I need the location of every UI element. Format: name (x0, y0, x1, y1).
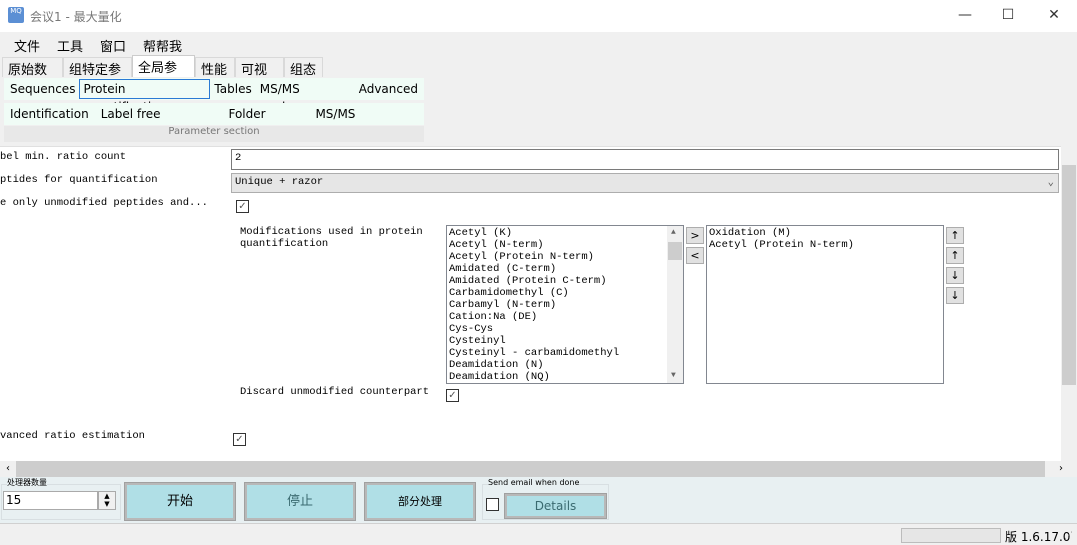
list-item[interactable]: Oxidation (M) (709, 227, 941, 239)
discard-unmodified-checkbox[interactable]: ✓ (446, 389, 459, 402)
parameter-section-label: Parameter section (4, 126, 424, 142)
advanced-ratio-checkbox[interactable]: ✓ (233, 433, 246, 446)
selected-modifications-list[interactable]: Oxidation (M) Acetyl (Protein N-term) (706, 225, 944, 384)
list-item[interactable]: Cation:Na (DE) (449, 311, 681, 323)
min-ratio-count-input[interactable]: 2 (231, 149, 1059, 170)
list-item[interactable]: Cys-Cys (449, 323, 681, 335)
list-item[interactable]: Acetyl (N-term) (449, 239, 681, 251)
move-bottom-button[interactable]: ↓ (946, 287, 964, 304)
start-button[interactable]: 开始 (124, 482, 236, 521)
scroll-right-icon[interactable]: › (1045, 461, 1077, 477)
ribbon-folder-locations[interactable]: Folder locations (224, 104, 307, 139)
ribbon-msms-analyzer[interactable]: MS/MS analyzer (256, 79, 355, 114)
tab-configuration[interactable]: 组态 (284, 57, 323, 78)
scroll-down-icon[interactable]: ▼ (671, 370, 676, 382)
scroll-left-icon[interactable]: ‹ (0, 461, 16, 477)
selected-value: Unique + razor (235, 176, 324, 188)
peptides-quantification-label: ptides for quantification (0, 174, 158, 186)
ribbon-sequences[interactable]: Sequences (6, 79, 79, 99)
email-label: Send email when done (488, 478, 580, 487)
close-button[interactable]: ✕ (1039, 4, 1069, 26)
version-label: 版 1.6.17.0 (1005, 530, 1071, 544)
modifications-label: Modifications used in protein quantifica… (240, 226, 423, 250)
move-up-button[interactable]: ↑ (946, 247, 964, 264)
ribbon-advanced[interactable]: Advanced (355, 79, 422, 99)
ribbon-msms-fragmentation[interactable]: MS/MS fragmentation (311, 104, 422, 139)
chevron-down-icon: ⌄ (1047, 177, 1054, 189)
discard-unmodified-label: Discard unmodified counterpart (240, 386, 430, 398)
list-item[interactable]: Acetyl (Protein N-term) (449, 251, 681, 263)
scroll-up-icon[interactable]: ▲ (671, 227, 676, 239)
list-item[interactable]: Carbamidomethyl (C) (449, 287, 681, 299)
tab-global-params[interactable]: 全局参数 (132, 55, 195, 95)
app-logo-icon: MQ (8, 7, 24, 23)
ribbon-row-2: Identification Label free quantification… (4, 103, 424, 139)
ribbon-protein-quantification[interactable]: Protein quantification (79, 79, 211, 114)
ribbon-tables[interactable]: Tables (210, 79, 255, 99)
advanced-ratio-label: vanced ratio estimation (0, 430, 145, 442)
list-item[interactable]: Carbamyl (N-term) (449, 299, 681, 311)
stop-button[interactable]: 停止 (244, 482, 356, 521)
remove-modification-button[interactable]: < (686, 247, 704, 264)
peptides-quantification-select[interactable]: Unique + razor ⌄ (231, 173, 1059, 193)
partial-processing-button[interactable]: 部分处理 (364, 482, 476, 521)
available-modifications-list[interactable]: Acetyl (K) Acetyl (N-term) Acetyl (Protein… (446, 225, 684, 384)
threads-stepper[interactable]: ▲ ▼ (98, 491, 116, 510)
ribbon-label-free-quantification[interactable]: Label free quantification (97, 104, 221, 139)
tab-group-params[interactable]: 组特定参数 (63, 57, 132, 97)
min-ratio-count-label: bel min. ratio count (0, 151, 127, 163)
list-item[interactable]: Deamidation (N) (449, 359, 681, 371)
list-item[interactable]: Cysteinyl (449, 335, 681, 347)
menu-window[interactable]: 窗口 (100, 36, 126, 55)
tab-performance[interactable]: 性能 (195, 57, 235, 78)
tab-visualization[interactable]: 可视化 (235, 57, 284, 97)
move-down-button[interactable]: ↓ (946, 267, 964, 284)
list-item[interactable]: Acetyl (Protein N-term) (709, 239, 941, 251)
resize-grip-icon[interactable]: ⋰ (1064, 531, 1073, 541)
menu-tools[interactable]: 工具 (57, 36, 83, 55)
list-item[interactable]: Cysteinyl - carbamidomethyl (449, 347, 681, 359)
vertical-scrollbar[interactable] (1061, 146, 1077, 461)
horizontal-scrollbar[interactable]: ‹ › (0, 461, 1077, 477)
tab-raw-data[interactable]: 原始数据 (2, 57, 63, 97)
title-bar (0, 0, 1077, 32)
threads-label: 处理器数量 (7, 477, 47, 488)
window-title: 会议1 - 最大量化 (30, 10, 122, 24)
menu-file[interactable]: 文件 (14, 36, 40, 55)
ribbon-row-1: Sequences Protein quantification Tables … (4, 78, 424, 114)
scrollbar-thumb[interactable] (668, 242, 682, 260)
list-scrollbar[interactable]: ▲ ▼ (667, 226, 683, 383)
maximize-button[interactable]: ☐ (993, 4, 1023, 26)
list-item[interactable]: Acetyl (K) (449, 227, 681, 239)
list-item[interactable]: Deamidation (NQ) (449, 371, 681, 383)
minimize-button[interactable]: — (950, 4, 980, 26)
list-item[interactable]: Amidated (C-term) (449, 263, 681, 275)
details-button[interactable]: Details (504, 493, 607, 519)
move-top-button[interactable]: ↑ (946, 227, 964, 244)
email-checkbox[interactable] (486, 498, 499, 511)
ribbon-identification[interactable]: Identification (6, 104, 93, 124)
unmodified-peptides-label: e only unmodified peptides and... (0, 197, 208, 209)
scrollbar-thumb[interactable] (1062, 165, 1076, 385)
threads-input[interactable]: 15 (3, 491, 98, 510)
add-modification-button[interactable]: > (686, 227, 704, 244)
menu-help[interactable]: 帮帮我 (143, 36, 182, 55)
unmodified-peptides-checkbox[interactable]: ✓ (236, 200, 249, 213)
progress-bar (901, 528, 1001, 543)
list-item[interactable]: Amidated (Protein C-term) (449, 275, 681, 287)
